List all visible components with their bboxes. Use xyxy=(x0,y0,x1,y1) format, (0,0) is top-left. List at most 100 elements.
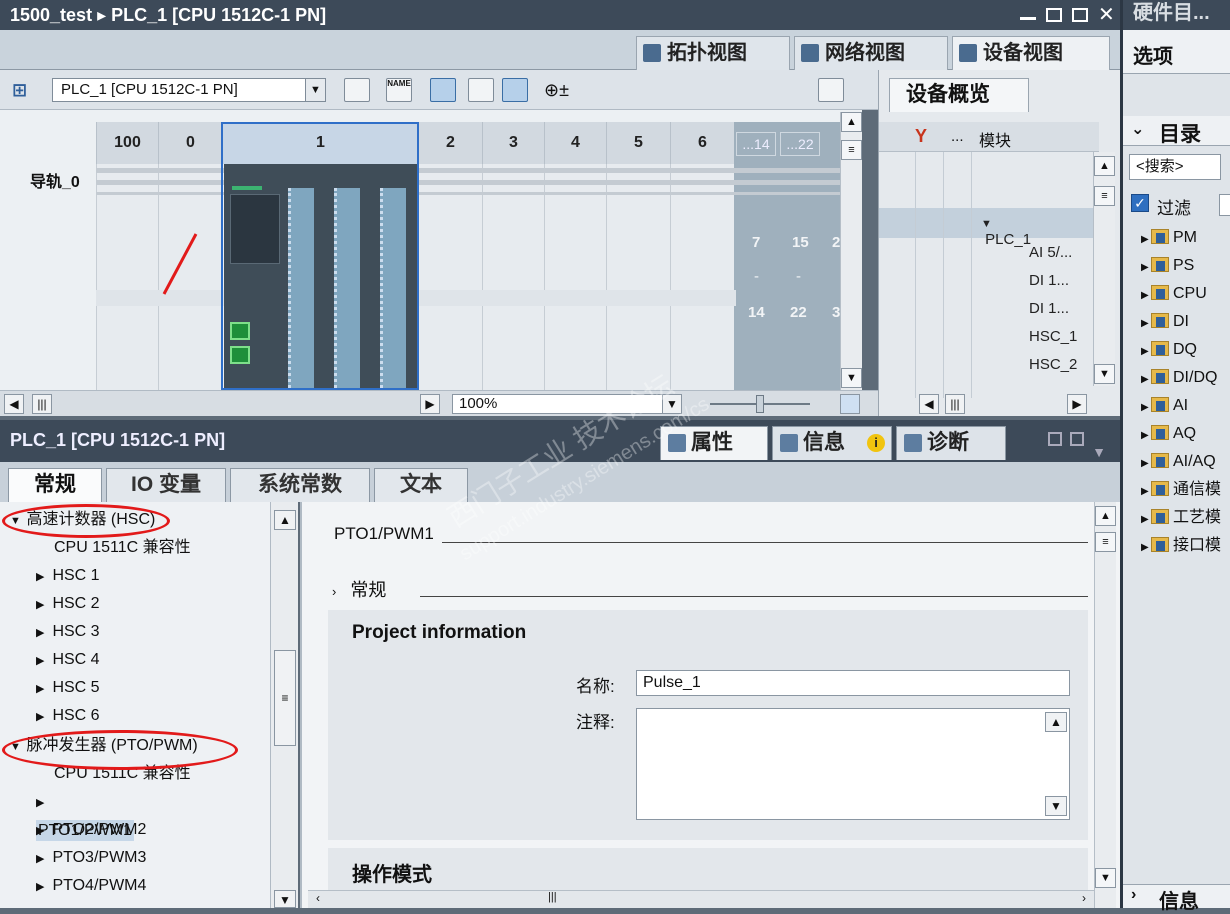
device-canvas[interactable]: 100 0 1 2 3 4 5 6 ...14 ...22 导轨_0 7 15 … xyxy=(0,110,862,390)
catalog-section-header[interactable]: ⌄ 目录 xyxy=(1123,116,1230,146)
scroll-left-icon[interactable]: ‹ xyxy=(316,891,320,905)
chevron-down-icon[interactable]: ▼ xyxy=(662,394,682,414)
section-general[interactable]: › 常规 xyxy=(332,576,386,602)
slot-column[interactable] xyxy=(544,164,606,390)
tree-item[interactable]: ▶ PTO1/PWM1 xyxy=(0,788,150,841)
overview-row[interactable]: DI 1... xyxy=(1029,300,1093,317)
scroll-up-icon[interactable]: ▲ xyxy=(841,112,862,132)
content-hscroll[interactable]: ‹ ||| › xyxy=(308,890,1094,908)
tree-item[interactable]: ▶ HSC 6 xyxy=(0,702,270,730)
slot-column[interactable] xyxy=(606,164,670,390)
tree-item[interactable]: ▶ HSC 3 xyxy=(0,618,270,646)
scroll-down-icon[interactable]: ▼ xyxy=(1045,796,1067,816)
show-module-icon[interactable] xyxy=(344,78,370,102)
comment-field[interactable]: ▲ ▼ xyxy=(636,708,1070,820)
options-label[interactable]: 选项 xyxy=(1133,40,1173,69)
grid-icon[interactable] xyxy=(468,78,494,102)
float-icon[interactable] xyxy=(1048,432,1063,446)
hscroll-handle[interactable]: ||| xyxy=(945,394,965,414)
restore-icon[interactable] xyxy=(1046,8,1062,22)
info-section-header[interactable]: › 信息 xyxy=(1123,884,1230,913)
chevron-down-icon[interactable]: ▼ xyxy=(305,79,325,101)
scroll-up-icon[interactable]: ▲ xyxy=(1094,156,1115,176)
scroll-handle[interactable]: ≡ xyxy=(841,140,862,160)
tree-item[interactable]: ▶ HSC 2 xyxy=(0,590,270,618)
tree-item[interactable]: ▶ PTO3/PWM3 xyxy=(0,844,270,872)
scroll-handle[interactable]: ≡ xyxy=(274,650,296,746)
device-select[interactable]: PLC_1 [CPU 1512C-1 PN] ▼ xyxy=(52,78,326,102)
catalog-item-dq[interactable]: ▶ DQ xyxy=(1141,338,1197,364)
overview-row[interactable]: DI 1... xyxy=(1029,272,1093,289)
slot-column[interactable] xyxy=(482,164,544,390)
catalog-item-di[interactable]: ▶ DI xyxy=(1141,310,1189,336)
catalog-item-ps[interactable]: ▶ PS xyxy=(1141,254,1194,280)
scroll-up-icon[interactable]: ▲ xyxy=(1095,506,1116,526)
tab-texts[interactable]: 文本 xyxy=(374,468,468,502)
close-icon[interactable]: ✕ xyxy=(1098,5,1115,25)
overview-row[interactable]: HSC_2 xyxy=(1029,356,1093,373)
zoom-slider-thumb[interactable] xyxy=(756,395,764,413)
fit-view-icon[interactable] xyxy=(840,394,860,414)
slot-column[interactable] xyxy=(96,164,158,390)
collapse-icon[interactable] xyxy=(1070,432,1085,446)
tab-network-view[interactable]: 网络视图 xyxy=(794,36,948,70)
tab-topology-view[interactable]: 拓扑视图 xyxy=(636,36,790,70)
pointer-tool-icon[interactable] xyxy=(430,78,456,102)
catalog-item-didq[interactable]: ▶ DI/DQ xyxy=(1141,366,1217,392)
column-header-module[interactable]: 模块 xyxy=(979,127,1011,151)
tab-io-tags[interactable]: IO 变量 xyxy=(106,468,226,502)
catalog-item-aq[interactable]: ▶ AQ xyxy=(1141,422,1196,448)
catalog-item-cpu[interactable]: ▶ CPU xyxy=(1141,282,1207,308)
scroll-right-icon[interactable]: ▶ xyxy=(1067,394,1087,414)
catalog-item-comm[interactable]: ▶ 通信模 xyxy=(1141,478,1221,504)
tab-device-overview[interactable]: 设备概览 xyxy=(889,78,1029,112)
slot-column[interactable] xyxy=(418,164,482,390)
hscroll-handle[interactable]: ||| xyxy=(32,394,52,414)
content-vscroll[interactable]: ▲ ≡ ▼ xyxy=(1094,502,1116,908)
catalog-item-tech[interactable]: ▶ 工艺模 xyxy=(1141,506,1221,532)
hscroll-handle[interactable]: ||| xyxy=(548,891,557,903)
tab-device-view[interactable]: 设备视图 xyxy=(952,36,1110,70)
overview-vscroll[interactable]: ▲ ≡ ▼ xyxy=(1093,152,1115,386)
overview-row[interactable]: AI 5/... xyxy=(1029,244,1093,261)
filter-checkbox[interactable]: ✓ xyxy=(1131,194,1149,212)
minimize-icon[interactable] xyxy=(1020,10,1036,20)
rack-connect-icon[interactable]: ⊞ xyxy=(12,80,36,100)
maximize-icon[interactable] xyxy=(1072,8,1088,22)
scroll-left-icon[interactable]: ◀ xyxy=(919,394,939,414)
slot-column[interactable] xyxy=(670,164,734,390)
catalog-item-interface[interactable]: ▶ 接口模 xyxy=(1141,534,1221,560)
overview-row[interactable]: ▼ PLC_1 xyxy=(981,214,1045,248)
tab-general[interactable]: 常规 xyxy=(8,468,102,502)
scroll-down-icon[interactable]: ▼ xyxy=(274,890,296,908)
overview-toggle-icon[interactable] xyxy=(818,78,844,102)
scroll-handle[interactable]: ≡ xyxy=(1095,532,1116,552)
tree-item[interactable]: ▶ HSC 4 xyxy=(0,646,270,674)
scroll-down-icon[interactable]: ▼ xyxy=(1094,364,1115,384)
name-field[interactable]: Pulse_1 xyxy=(636,670,1070,696)
scroll-up-icon[interactable]: ▲ xyxy=(1045,712,1067,732)
tree-item[interactable]: ▶ HSC 5 xyxy=(0,674,270,702)
scroll-handle[interactable]: ≡ xyxy=(1094,186,1115,206)
tree-item[interactable]: ▶ HSC 1 xyxy=(0,562,270,590)
scroll-up-icon[interactable]: ▲ xyxy=(274,510,296,530)
catalog-item-ai[interactable]: ▶ AI xyxy=(1141,394,1188,420)
catalog-item-pm[interactable]: ▶ PM xyxy=(1141,226,1197,252)
scroll-down-icon[interactable]: ▼ xyxy=(841,368,862,388)
canvas-vscroll[interactable]: ▲ ≡ ▼ xyxy=(840,112,862,390)
filter-select[interactable] xyxy=(1219,194,1230,216)
tree-item[interactable]: CPU 1511C 兼容性 xyxy=(0,534,270,562)
catalog-search-input[interactable]: <搜索> xyxy=(1129,154,1221,180)
tree-item[interactable]: ▶ PTO2/PWM2 xyxy=(0,816,270,844)
scroll-right-icon[interactable]: ▶ xyxy=(420,394,440,414)
tab-system-constants[interactable]: 系统常数 xyxy=(230,468,370,502)
tab-info[interactable]: 信息 i xyxy=(772,426,892,460)
tab-properties[interactable]: 属性 xyxy=(660,426,768,460)
overview-row[interactable]: HSC_1 xyxy=(1029,328,1093,345)
tree-vscroll[interactable]: ▲ ≡ ▼ xyxy=(270,502,298,908)
scroll-right-icon[interactable]: › xyxy=(1082,891,1086,905)
zoom-select[interactable]: 100% xyxy=(452,394,682,414)
catalog-item-aiaq[interactable]: ▶ AI/AQ xyxy=(1141,450,1216,476)
zoom-icon[interactable]: ⊕± xyxy=(544,80,569,101)
tab-diagnostics[interactable]: 诊断 xyxy=(896,426,1006,460)
